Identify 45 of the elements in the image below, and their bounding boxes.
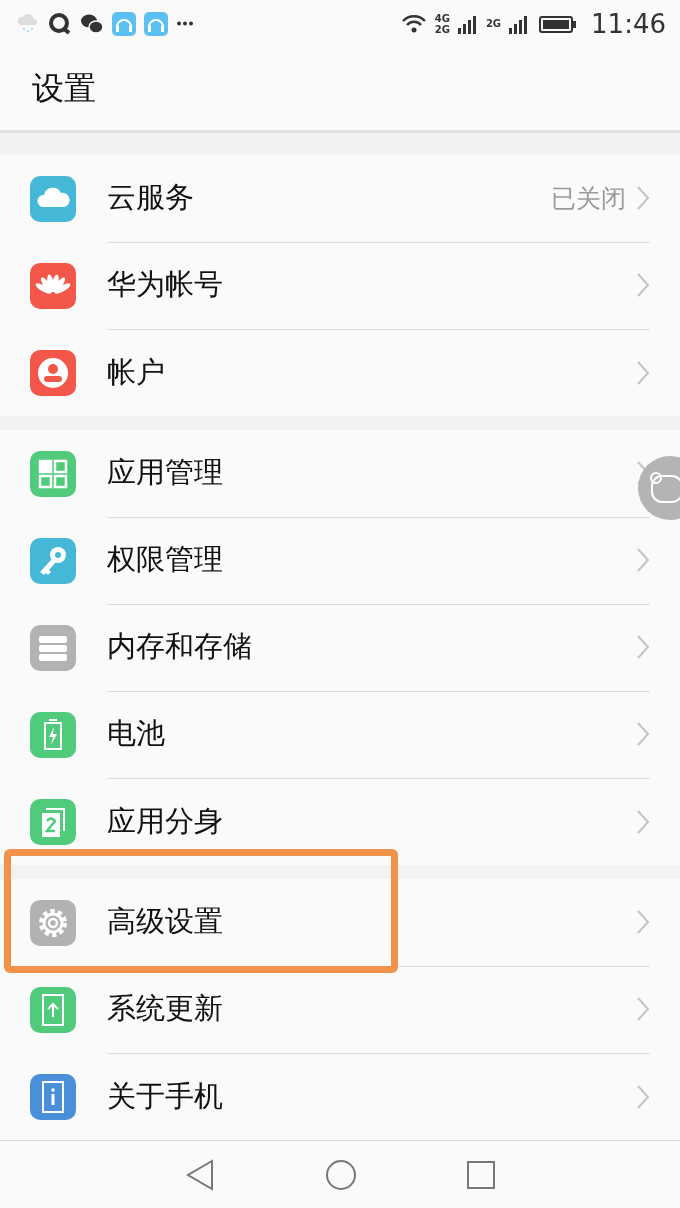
chevron-icon	[636, 185, 650, 211]
chevron-icon	[636, 359, 650, 386]
network-type-label: 2G	[434, 23, 450, 35]
home-icon[interactable]	[325, 1158, 357, 1191]
clock-time: 11:46	[591, 8, 666, 39]
network-type-label: 2G	[485, 18, 502, 30]
settings-label: 内存和存储	[107, 628, 252, 665]
chevron-icon	[636, 272, 650, 298]
chevron-icon	[636, 721, 650, 747]
settings-label: 帐户	[107, 353, 165, 391]
chevron-icon	[636, 634, 650, 660]
back-icon[interactable]	[185, 1158, 215, 1191]
cloud-icon	[30, 175, 76, 222]
page-title: 设置	[32, 67, 96, 109]
settings-label: 云服务	[107, 179, 194, 216]
settings-label: 应用分身	[107, 802, 223, 840]
more-icon	[176, 21, 194, 27]
settings-label: 电池	[107, 715, 165, 752]
petals-icon	[30, 262, 76, 309]
settings-label: 关于手机	[107, 1077, 223, 1115]
settings-label: 应用管理	[107, 454, 223, 491]
person-icon	[30, 349, 76, 396]
phone-upload-icon	[30, 986, 76, 1033]
network-type-label: 4G	[434, 12, 450, 24]
settings-label: 华为帐号	[107, 266, 223, 303]
settings-label: 权限管理	[107, 541, 223, 578]
q-app-icon	[48, 11, 72, 36]
key-icon	[30, 537, 76, 584]
headphones-app-icon	[112, 11, 136, 36]
grid-icon	[30, 450, 76, 497]
copies-icon	[30, 798, 76, 845]
storage-icon	[30, 624, 76, 671]
chevron-icon	[636, 808, 650, 835]
chevron-icon	[636, 909, 650, 935]
recents-icon[interactable]	[467, 1160, 495, 1189]
chevron-icon	[636, 996, 650, 1022]
headphones-app-icon	[144, 11, 168, 36]
chevron-icon	[636, 1083, 650, 1110]
settings-label: 系统更新	[107, 990, 223, 1027]
settings-icon	[30, 899, 76, 946]
battery-icon	[30, 711, 76, 758]
phone-info-icon	[30, 1073, 76, 1120]
chevron-icon	[636, 547, 650, 573]
status-value: 已关闭	[551, 182, 626, 215]
settings-label: 高级设置	[107, 903, 223, 940]
